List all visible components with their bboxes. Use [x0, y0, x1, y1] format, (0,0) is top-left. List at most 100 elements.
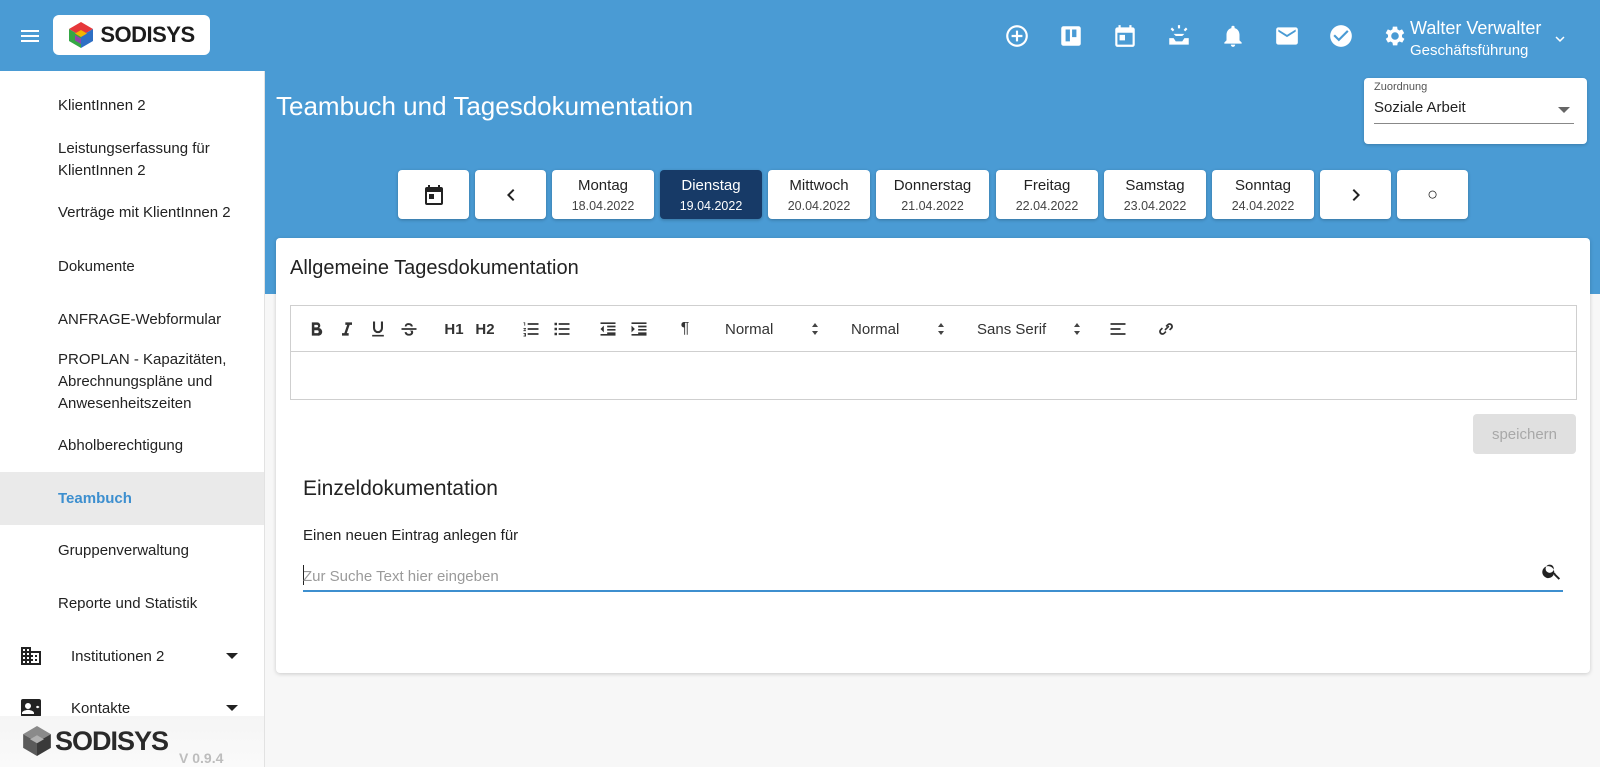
size-select[interactable]: Normal — [725, 317, 819, 341]
building-icon — [21, 647, 41, 665]
day-name: Freitag — [1023, 176, 1071, 194]
sidebar-item-proplan[interactable]: PROPLAN - Kapazitäten, Abrechnungspläne … — [0, 346, 264, 418]
sort-caret-icon — [812, 323, 818, 335]
einzeldokumentation-title: Einzeldokumentation — [303, 477, 498, 500]
day-date: 20.04.2022 — [787, 198, 851, 213]
editor-toolbar: H1 H2 ¶ Normal Normal Sans Serif — [291, 306, 1576, 352]
sidebar-item-teambuch[interactable]: Teambuch — [0, 472, 264, 525]
kanban-board-icon[interactable] — [1044, 22, 1098, 50]
sidebar-item-dokumente[interactable]: Dokumente — [0, 241, 264, 293]
header-select-value: Normal — [851, 320, 900, 338]
date-picker-button[interactable] — [398, 170, 469, 219]
day-name: Montag — [577, 176, 629, 194]
day-button-sonntag[interactable]: Sonntag 24.04.2022 — [1212, 170, 1314, 219]
footer-brand: SODISYS — [55, 725, 169, 756]
save-button[interactable]: speichern — [1473, 414, 1576, 454]
heading-1-label: H1 — [444, 320, 464, 338]
rich-text-editor: H1 H2 ¶ Normal Normal Sans Serif — [290, 305, 1577, 400]
zuordnung-value: Soziale Arbeit — [1374, 99, 1466, 116]
strikethrough-button[interactable] — [398, 317, 420, 341]
font-select-value: Sans Serif — [977, 320, 1047, 338]
zuordnung-select[interactable]: Zuordnung Soziale Arbeit — [1364, 78, 1587, 144]
sidebar-item-vertraege[interactable]: Verträge mit KlientInnen 2 — [0, 188, 264, 238]
day-date: 18.04.2022 — [571, 198, 635, 213]
select-underline — [1374, 123, 1574, 124]
bullet-list-button[interactable] — [551, 317, 573, 341]
sidebar-item-klientinnen[interactable]: KlientInnen 2 — [0, 80, 264, 132]
font-select[interactable]: Sans Serif — [977, 317, 1081, 341]
mail-icon[interactable] — [1260, 22, 1314, 50]
chevron-down-icon[interactable] — [1551, 30, 1569, 48]
day-button-samstag[interactable]: Samstag 23.04.2022 — [1104, 170, 1206, 219]
day-button-montag[interactable]: Montag 18.04.2022 — [552, 170, 654, 219]
sidebar-item-anfrage-webformular[interactable]: ANFRAGE-Webformular — [0, 294, 264, 346]
next-week-button[interactable] — [1320, 170, 1391, 219]
indent-icon — [631, 322, 647, 336]
toolbar-icons — [990, 22, 1422, 50]
bold-icon — [311, 322, 323, 336]
chevron-left-icon — [506, 188, 514, 201]
editor-content-area[interactable] — [291, 353, 1576, 399]
search-icon[interactable] — [1541, 560, 1563, 582]
day-button-dienstag[interactable]: Dienstag 19.04.2022 — [660, 170, 762, 219]
calendar-icon — [424, 184, 443, 205]
text-direction-button[interactable]: ¶ — [674, 317, 696, 341]
sidebar-item-reporte[interactable]: Reporte und Statistik — [0, 578, 264, 630]
day-button-mittwoch[interactable]: Mittwoch 20.04.2022 — [768, 170, 870, 219]
sidebar-footer: SODISYS V 0.9.4 — [0, 716, 264, 767]
sidebar-item-label: PROPLAN - Kapazitäten, Abrechnungspläne … — [58, 351, 227, 412]
underline-button[interactable] — [367, 317, 389, 341]
day-name: Dienstag — [681, 176, 741, 194]
header-select[interactable]: Normal — [851, 317, 945, 341]
client-search-field — [303, 560, 1563, 592]
ordered-list-button[interactable] — [520, 317, 542, 341]
sort-caret-icon — [938, 323, 944, 335]
sidebar-group-label: Kontakte — [71, 699, 131, 717]
day-date: 24.04.2022 — [1231, 198, 1295, 213]
sidebar-group-institutionen[interactable]: Institutionen 2 — [0, 630, 264, 682]
calendar-icon[interactable] — [1098, 22, 1152, 50]
zuordnung-label: Zuordnung — [1374, 81, 1428, 93]
previous-week-button[interactable] — [475, 170, 546, 219]
caret-down-icon — [226, 653, 238, 659]
heading-1-button[interactable]: H1 — [442, 317, 466, 341]
check-circle-icon[interactable] — [1314, 22, 1368, 50]
app-version: V 0.9.4 — [179, 750, 224, 766]
day-date: 19.04.2022 — [679, 198, 743, 213]
client-search-input[interactable] — [303, 565, 1513, 587]
add-circle-icon[interactable] — [990, 22, 1044, 50]
sidebar-item-abholberechtigung[interactable]: Abholberechtigung — [0, 420, 264, 472]
day-name: Donnerstag — [893, 176, 972, 194]
day-date: 23.04.2022 — [1123, 198, 1187, 213]
sort-caret-icon — [1074, 323, 1080, 335]
top-app-bar: SODISYS Walter Verwalter Geschäftsführun… — [0, 0, 1600, 71]
indent-button[interactable] — [628, 317, 650, 341]
sidebar-item-leistungserfassung[interactable]: Leistungserfassung für KlientInnen 2 — [0, 135, 264, 185]
heading-2-label: H2 — [475, 320, 495, 338]
user-role: Geschäftsführung — [1410, 42, 1529, 59]
bell-icon[interactable] — [1206, 22, 1260, 50]
caret-down-icon — [226, 705, 238, 711]
underline-icon — [372, 321, 384, 337]
strikethrough-icon — [401, 323, 417, 336]
hamburger-menu-icon[interactable] — [18, 24, 42, 48]
align-button[interactable] — [1107, 317, 1129, 341]
sidebar: KlientInnen 2 Leistungserfassung für Kli… — [0, 71, 265, 767]
footer-logo: SODISYS — [22, 724, 169, 758]
bold-button[interactable] — [305, 317, 327, 341]
outdent-button[interactable] — [597, 317, 619, 341]
italic-button[interactable] — [336, 317, 358, 341]
brand-logo[interactable]: SODISYS — [53, 15, 210, 55]
heading-2-button[interactable]: H2 — [473, 317, 497, 341]
link-button[interactable] — [1155, 317, 1177, 341]
sidebar-item-gruppenverwaltung[interactable]: Gruppenverwaltung — [0, 525, 264, 577]
day-button-freitag[interactable]: Freitag 22.04.2022 — [996, 170, 1098, 219]
user-menu[interactable]: Walter Verwalter Geschäftsführung — [1410, 18, 1541, 59]
day-button-donnerstag[interactable]: Donnerstag 21.04.2022 — [876, 170, 989, 219]
today-button[interactable]: ○ — [1397, 170, 1468, 219]
day-date: 22.04.2022 — [1015, 198, 1079, 213]
size-select-value: Normal — [725, 320, 774, 338]
caret-down-icon — [1558, 107, 1570, 113]
outdent-icon — [600, 322, 616, 336]
inbox-tray-icon[interactable] — [1152, 22, 1206, 50]
